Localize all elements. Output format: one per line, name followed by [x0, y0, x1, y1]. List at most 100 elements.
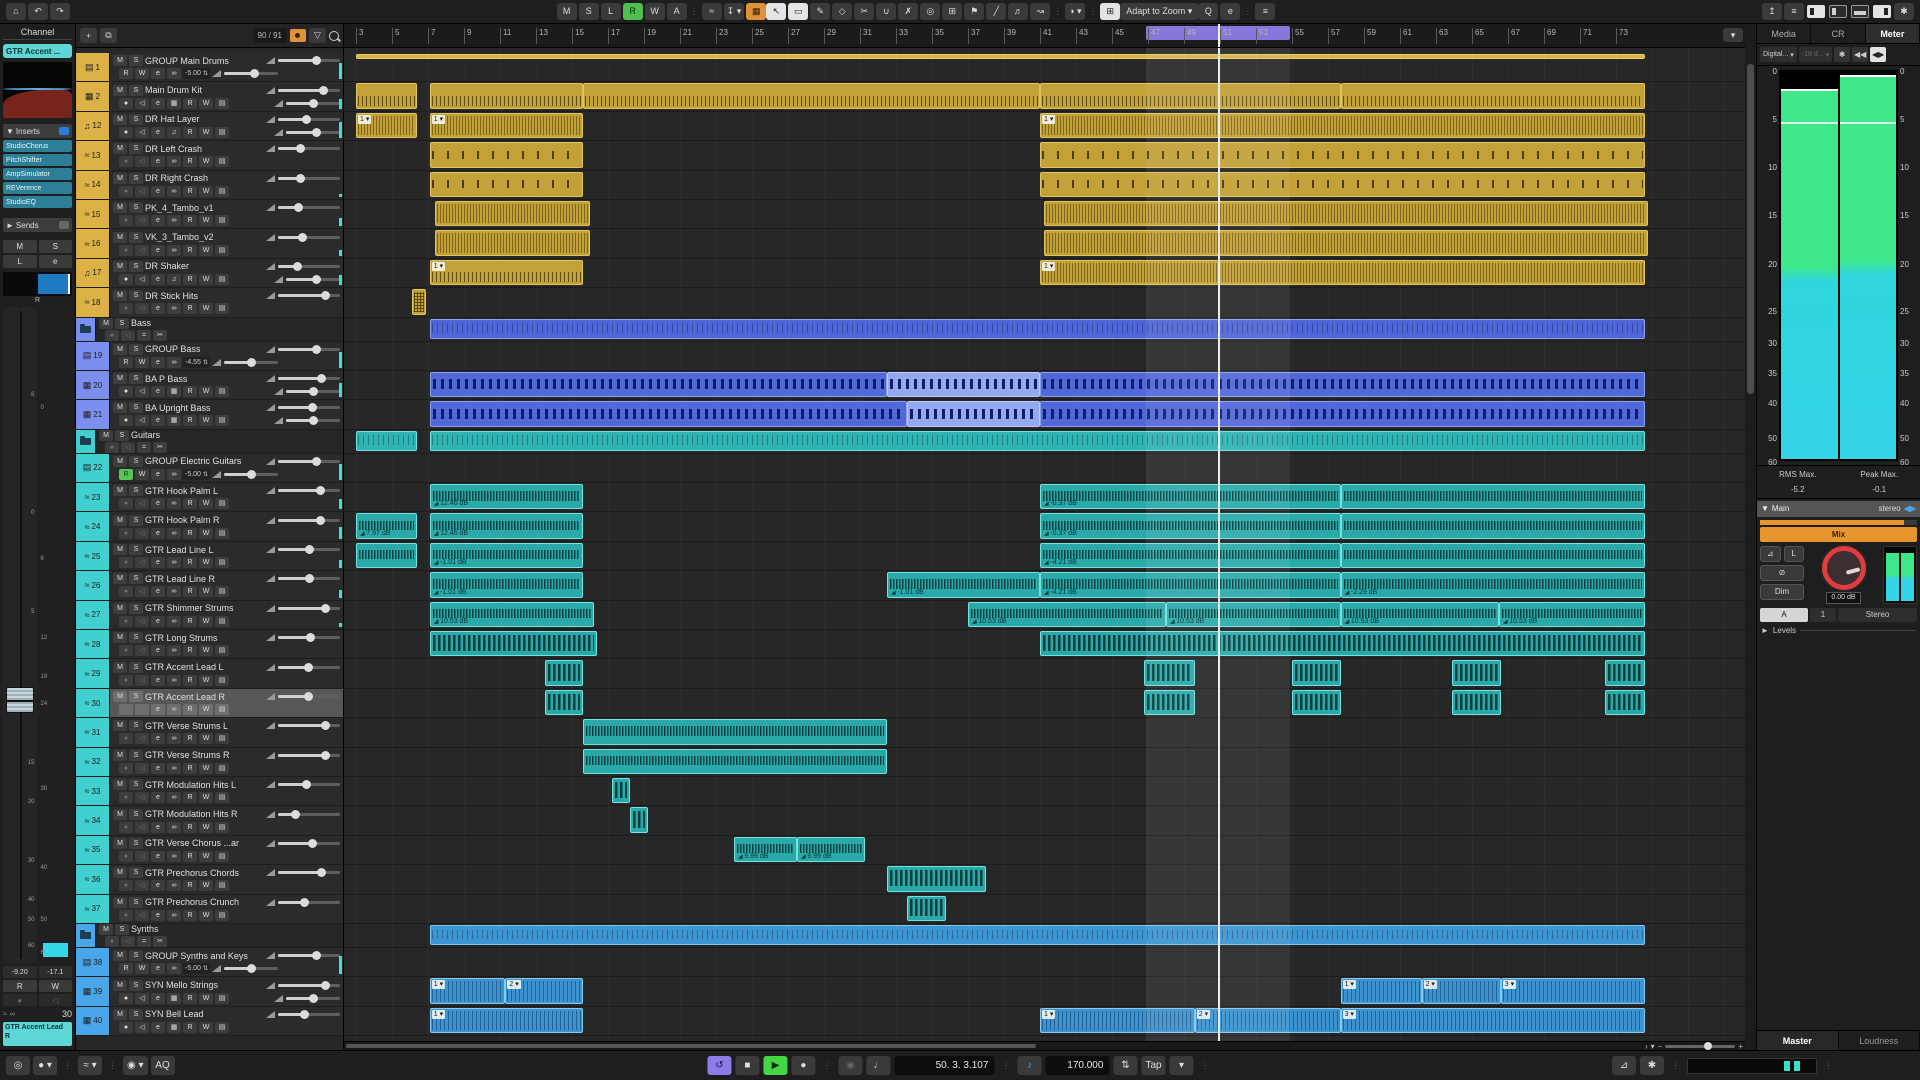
monitor-button[interactable]: ◁: [135, 274, 149, 285]
audition-tool[interactable]: ♬: [1008, 3, 1028, 20]
monitor-button[interactable]: ◁: [135, 215, 149, 226]
tempo-mode-dropdown[interactable]: ▾: [1170, 1056, 1194, 1075]
record-enable-button[interactable]: ●: [105, 330, 119, 341]
track-lane[interactable]: [344, 659, 1745, 688]
phase-button[interactable]: ✂: [153, 936, 167, 947]
record-enable-button[interactable]: ●: [119, 675, 133, 686]
monitor-button[interactable]: ◁: [135, 880, 149, 891]
volume-slider[interactable]: [266, 952, 340, 959]
metronome-click-button[interactable]: ⊿: [1612, 1056, 1636, 1075]
channel-settings-button[interactable]: ▤: [215, 822, 229, 833]
take-badge[interactable]: 1 ▾: [1343, 980, 1356, 989]
clip[interactable]: [430, 172, 583, 197]
midi-input-dropdown[interactable]: ◉ ▾: [123, 1056, 148, 1075]
instrument-icon[interactable]: ▦: [167, 98, 181, 109]
insert-slot-5[interactable]: StudioEQ: [3, 196, 72, 208]
read-automation-button[interactable]: R: [3, 980, 37, 992]
monitor-button[interactable]: ◁: [135, 557, 149, 568]
stereo-combine-button[interactable]: ∞: [167, 880, 181, 891]
solo-button[interactable]: S: [129, 261, 143, 272]
monitor-button[interactable]: ◁: [135, 303, 149, 314]
track-presets-button[interactable]: ⧉: [100, 28, 117, 43]
volume-value[interactable]: -5.00⇅: [183, 963, 210, 974]
clip[interactable]: -4.21 dB: [1040, 543, 1341, 568]
track-row[interactable]: ≈30MSGTR Accent Lead R●◁e∞RW▤: [76, 689, 343, 718]
track-row[interactable]: ▦39MSSYN Mello Strings●◁e▦RW▤: [76, 977, 343, 1006]
solo-button[interactable]: S: [129, 1009, 143, 1020]
read-automation-button[interactable]: R: [183, 763, 197, 774]
mute-button[interactable]: M: [113, 114, 127, 125]
volume-slider[interactable]: [266, 575, 340, 582]
edit-channel-button[interactable]: e: [151, 763, 165, 774]
stereo-combine-button[interactable]: ∞: [167, 156, 181, 167]
track-lane[interactable]: [344, 454, 1745, 483]
group-edit-button[interactable]: =: [137, 330, 151, 341]
channel-settings-button[interactable]: ▤: [215, 274, 229, 285]
solo-button[interactable]: S: [129, 779, 143, 790]
clip[interactable]: -1.01 dB: [430, 543, 583, 568]
volume-slider[interactable]: [266, 840, 340, 847]
mute-button[interactable]: M: [113, 662, 127, 673]
read-automation-button[interactable]: R: [183, 1022, 197, 1033]
track-row[interactable]: ≈32MSGTR Verse Strums R●◁e∞RW▤: [76, 748, 343, 777]
instrument-icon[interactable]: ▦: [167, 993, 181, 1004]
zoom-slider[interactable]: [1665, 1045, 1735, 1048]
write-automation-button[interactable]: W: [39, 980, 73, 992]
volume-slider[interactable]: [266, 57, 340, 64]
automation-r-button[interactable]: R: [623, 3, 643, 20]
solo-button[interactable]: S: [129, 897, 143, 908]
monitor-button[interactable]: ◁: [39, 994, 73, 1006]
clip[interactable]: [630, 807, 648, 832]
read-automation-button[interactable]: R: [183, 616, 197, 627]
read-automation-button[interactable]: R: [183, 386, 197, 397]
clip[interactable]: 10.53 dB: [1166, 602, 1341, 627]
volume-slider[interactable]: [274, 388, 340, 395]
range-select-tool[interactable]: ▭: [788, 3, 808, 20]
track-row[interactable]: ≈23MSGTR Hook Palm L●◁e∞RW▤: [76, 483, 343, 512]
zoom-controls[interactable]: › ▾ − +: [1645, 1042, 1743, 1050]
clip[interactable]: 1 ▾: [430, 1008, 583, 1033]
monitor-button[interactable]: ◁: [135, 792, 149, 803]
write-automation-button[interactable]: W: [199, 733, 213, 744]
ruler-menu-button[interactable]: ▾: [1723, 28, 1743, 42]
track-lane[interactable]: [344, 400, 1745, 429]
tab-master[interactable]: Master: [1757, 1031, 1839, 1050]
volume-slider[interactable]: [266, 292, 340, 299]
solo-button[interactable]: S: [129, 662, 143, 673]
clip[interactable]: [1144, 660, 1194, 685]
instrument-icon[interactable]: ▦: [167, 1022, 181, 1033]
solo-button[interactable]: S: [129, 573, 143, 584]
channel-settings-button[interactable]: ▤: [215, 910, 229, 921]
track-lane[interactable]: -1.01 dB-1.01 dB-4.21 dB-2.29 dB: [344, 571, 1745, 600]
record-enable-button[interactable]: ●: [119, 586, 133, 597]
record-enable-button[interactable]: ●: [119, 98, 133, 109]
track-lane[interactable]: [344, 342, 1745, 371]
solo-button[interactable]: S: [129, 114, 143, 125]
volume-slider[interactable]: [266, 634, 340, 641]
clip[interactable]: 1 ▾: [430, 260, 583, 285]
volume-slider[interactable]: [266, 869, 340, 876]
track-lane[interactable]: [344, 82, 1745, 111]
write-automation-button[interactable]: W: [135, 963, 149, 974]
mute-button[interactable]: M: [113, 779, 127, 790]
monitor-button[interactable]: ◁: [135, 704, 149, 715]
record-enable-button[interactable]: ●: [119, 910, 133, 921]
edit-channel-button[interactable]: e: [151, 357, 165, 368]
monitor-button[interactable]: ◁: [135, 586, 149, 597]
solo-button[interactable]: S: [129, 85, 143, 96]
clip[interactable]: [1341, 543, 1645, 568]
clip[interactable]: -0.37 dB: [1040, 484, 1341, 509]
line-tool[interactable]: ╱: [986, 3, 1006, 20]
track-row[interactable]: ▦40MSSYN Bell Lead●◁e▦RW▤: [76, 1007, 343, 1036]
mute-button[interactable]: M: [113, 344, 127, 355]
mute-button[interactable]: M: [113, 1009, 127, 1020]
solo-button[interactable]: S: [129, 632, 143, 643]
solo-button[interactable]: S: [129, 143, 143, 154]
meter-offset-dropdown[interactable]: -18 d...▾: [1799, 47, 1832, 62]
track-row[interactable]: ≈16MSVK_3_Tambo_v2●◁e∞RW▤: [76, 229, 343, 258]
solo-button[interactable]: S: [129, 485, 143, 496]
stereo-combine-button[interactable]: ∞: [167, 675, 181, 686]
mute-button[interactable]: M: [3, 240, 37, 253]
volume-slider[interactable]: [266, 375, 340, 382]
read-automation-button[interactable]: R: [119, 469, 133, 480]
